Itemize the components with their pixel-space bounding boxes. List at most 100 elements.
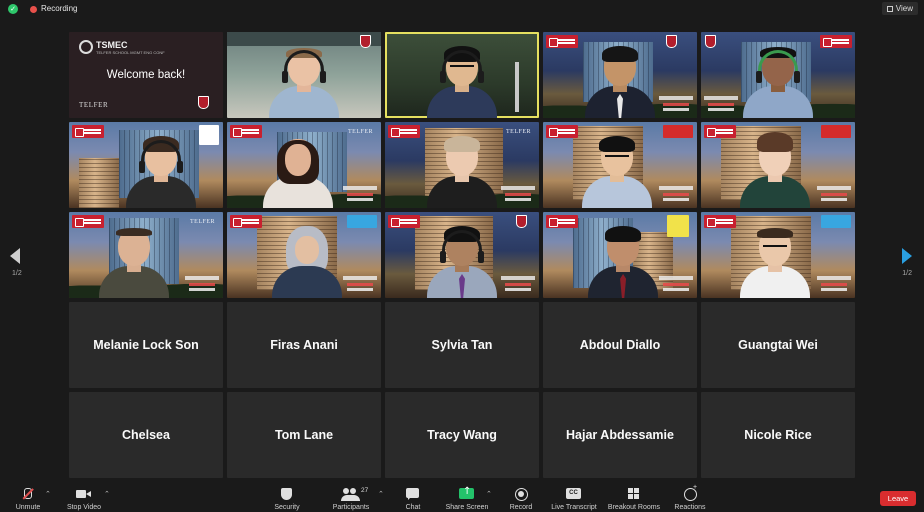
meeting-top-bar: ✓ Recording View — [0, 0, 924, 18]
previous-page-arrow-icon[interactable] — [10, 248, 20, 264]
video-tile-participant[interactable] — [227, 212, 381, 298]
video-off-tile[interactable]: Melanie Lock Son — [69, 302, 223, 388]
share-screen-icon — [456, 486, 478, 503]
record-label: Record — [509, 504, 533, 511]
participant-name: Hajar Abdessamie — [566, 428, 674, 442]
background-banner — [227, 32, 381, 46]
unmute-label: Unmute — [15, 504, 41, 511]
video-tile-participant[interactable]: TELFER — [227, 122, 381, 208]
team-badge — [821, 125, 851, 138]
participant-video — [739, 132, 810, 208]
participant-video — [126, 136, 197, 208]
chat-bubble-icon — [402, 487, 424, 503]
breakout-rooms-icon — [623, 487, 645, 503]
video-tile-participant[interactable]: TELFER — [69, 212, 223, 298]
breakout-rooms-button[interactable]: Breakout Rooms — [605, 483, 663, 512]
view-button[interactable]: View — [881, 2, 918, 15]
security-button[interactable]: Security — [270, 483, 304, 512]
club-logo-icon — [199, 125, 219, 145]
tsmec-logo-icon — [230, 215, 262, 228]
telfer-watermark: TELFER — [348, 129, 373, 135]
conference-tagline — [817, 186, 851, 202]
telfer-school-name: TELFER — [79, 101, 109, 109]
tsmec-logo-icon — [72, 125, 104, 138]
video-tile-participant[interactable] — [385, 212, 539, 298]
university-crest-icon — [666, 35, 677, 48]
participant-video — [272, 226, 343, 298]
reactions-label: Reactions — [674, 504, 706, 511]
tsmec-logo-icon — [546, 215, 578, 228]
tsmec-logo-icon — [704, 215, 736, 228]
video-tile-participant[interactable] — [543, 122, 697, 208]
camera-icon — [73, 487, 95, 503]
leave-button[interactable]: Leave — [880, 491, 916, 506]
video-off-tile[interactable]: Chelsea — [69, 392, 223, 478]
video-options-chevron-icon[interactable]: ⌃ — [104, 490, 110, 498]
conference-tagline — [343, 276, 377, 292]
video-tile-participant[interactable] — [543, 32, 697, 118]
encryption-shield-icon[interactable]: ✓ — [8, 4, 18, 14]
video-tile-active-speaker[interactable] — [385, 32, 539, 118]
stop-video-label: Stop Video — [66, 504, 102, 511]
university-crest-icon — [705, 35, 716, 48]
video-tile-participant[interactable] — [543, 212, 697, 298]
video-tile-participant[interactable] — [701, 212, 855, 298]
participant-name: Nicole Rice — [744, 428, 812, 442]
participant-video — [427, 46, 497, 118]
mic-muted-icon — [17, 487, 39, 503]
tsmec-logo-icon — [388, 125, 420, 138]
video-tile-welcome[interactable]: TSMEC TELFER SCHOOL MGMT ENG CONF Welcom… — [69, 32, 223, 118]
participants-options-chevron-icon[interactable]: ⌃ — [378, 490, 384, 498]
next-page-arrow-icon[interactable] — [902, 248, 912, 264]
video-off-tile[interactable]: Hajar Abdessamie — [543, 392, 697, 478]
video-off-tile[interactable]: Tracy Wang — [385, 392, 539, 478]
page-indicator-right: 1/2 — [902, 270, 912, 277]
chat-button[interactable]: Chat — [400, 483, 426, 512]
participant-video — [269, 48, 339, 118]
mic-stand — [515, 62, 519, 112]
video-off-tile[interactable]: Abdoul Diallo — [543, 302, 697, 388]
video-tile-participant[interactable] — [701, 32, 855, 118]
chat-label: Chat — [405, 504, 421, 511]
shield-icon — [276, 487, 298, 503]
audio-options-chevron-icon[interactable]: ⌃ — [45, 490, 51, 498]
participant-video — [427, 136, 497, 208]
video-tile-participant[interactable] — [69, 122, 223, 208]
closed-caption-icon — [563, 487, 585, 503]
record-icon — [510, 487, 532, 503]
unmute-button[interactable]: Unmute — [12, 483, 44, 512]
share-options-chevron-icon[interactable]: ⌃ — [486, 490, 492, 498]
conference-tagline — [659, 186, 693, 202]
video-tile-participant[interactable] — [227, 32, 381, 118]
university-crest-icon — [198, 96, 209, 109]
conference-tagline — [817, 276, 851, 292]
video-tile-participant[interactable]: TELFER — [385, 122, 539, 208]
tsmec-logo-icon — [72, 215, 104, 228]
conference-tagline — [704, 96, 738, 112]
tsmec-logo-icon — [546, 125, 578, 138]
record-button[interactable]: Record — [506, 483, 536, 512]
tsmec-logo-icon — [79, 40, 93, 54]
participant-name: Guangtai Wei — [738, 338, 818, 352]
video-off-tile[interactable]: Sylvia Tan — [385, 302, 539, 388]
video-tile-participant[interactable] — [701, 122, 855, 208]
view-label: View — [895, 4, 913, 13]
video-off-tile[interactable]: Tom Lane — [227, 392, 381, 478]
reaction-emoji-icon — [679, 484, 701, 503]
team-badge — [663, 125, 693, 138]
meeting-controls-toolbar: Unmute ⌃ Stop Video ⌃ Security Participa… — [0, 483, 924, 512]
stop-video-button[interactable]: Stop Video — [62, 483, 106, 512]
video-off-tile[interactable]: Nicole Rice — [701, 392, 855, 478]
conference-tagline — [659, 276, 693, 292]
participants-count: 27 — [361, 487, 369, 494]
participant-name: Firas Anani — [270, 338, 338, 352]
participant-name: Tom Lane — [274, 428, 334, 442]
live-transcript-label: Live Transcript — [551, 504, 597, 511]
live-transcript-button[interactable]: Live Transcript — [548, 483, 600, 512]
participant-video — [427, 226, 497, 298]
video-off-tile[interactable]: Firas Anani — [227, 302, 381, 388]
reactions-button[interactable]: Reactions — [672, 483, 708, 512]
share-screen-button[interactable]: Share Screen — [444, 483, 490, 512]
video-off-tile[interactable]: Guangtai Wei — [701, 302, 855, 388]
participant-name: Melanie Lock Son — [93, 338, 199, 352]
